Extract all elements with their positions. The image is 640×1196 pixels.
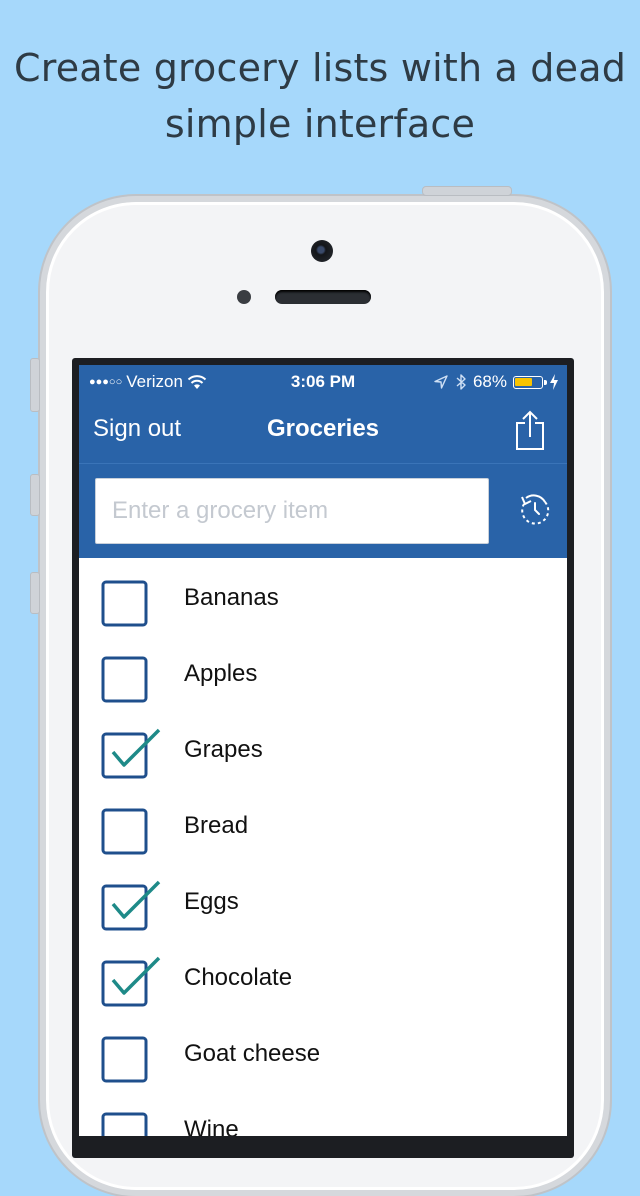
list-item-label: Wine (184, 1116, 239, 1136)
proximity-sensor (237, 290, 251, 304)
checkbox-box (101, 732, 148, 779)
earpiece-speaker (275, 290, 371, 304)
charging-bolt-icon (550, 374, 558, 390)
phone-volume-down (30, 572, 40, 614)
headline-line-1: Create grocery lists with a dead (13, 46, 627, 90)
add-item-bar (79, 464, 567, 558)
checkbox-box (101, 1036, 148, 1083)
checkbox-box (101, 884, 148, 931)
list-item[interactable]: Bread (79, 786, 567, 862)
phone-volume-up (30, 474, 40, 516)
checkbox-box (101, 960, 148, 1007)
list-item-label: Goat cheese (184, 1040, 321, 1067)
list-item-label: Bread (184, 812, 249, 839)
share-icon[interactable] (513, 409, 547, 451)
list-item-label: Apples (184, 660, 258, 687)
phone-mute-switch (30, 358, 40, 412)
checkbox-unchecked[interactable] (101, 1112, 148, 1136)
grocery-list: Bananas Apples Grapes Bread Eggs Chocolate Goa… (79, 558, 567, 1136)
checkbox-unchecked[interactable] (101, 656, 148, 703)
signal-strength-icon: ●●●○○ (89, 376, 123, 388)
list-item[interactable]: Bananas (79, 558, 567, 634)
headline-line-2: simple interface (164, 102, 476, 146)
bluetooth-icon (456, 374, 466, 390)
list-item[interactable]: Goat cheese (79, 1014, 567, 1090)
front-camera (311, 240, 333, 262)
status-bar-right: 68% (433, 372, 559, 392)
checkbox-checked[interactable] (101, 880, 161, 931)
checkbox-checked[interactable] (101, 956, 161, 1007)
status-bar-left: ●●●○○ Verizon (89, 372, 207, 392)
history-undo-icon[interactable] (517, 492, 553, 528)
list-item-label: Chocolate (184, 964, 293, 991)
carrier-name: Verizon (126, 372, 183, 391)
checkbox-box (101, 580, 148, 627)
marketing-headline: Create grocery lists with a dead simple … (0, 40, 640, 152)
list-item-label: Grapes (184, 736, 263, 763)
checkbox-box (101, 656, 148, 703)
wifi-icon (187, 375, 207, 389)
list-item[interactable]: Apples (79, 634, 567, 710)
battery-nub (544, 379, 547, 385)
grocery-item-input[interactable] (95, 478, 489, 544)
nav-bar: Sign out Groceries (79, 399, 567, 464)
battery-fill (515, 377, 532, 386)
list-item-label: Bananas (184, 584, 279, 611)
phone-power-button (422, 186, 512, 196)
battery-percent: 68% (472, 372, 507, 391)
battery-icon (513, 375, 547, 389)
checkbox-box (101, 1112, 148, 1136)
list-item[interactable]: Eggs (79, 862, 567, 938)
sign-out-button[interactable]: Sign out (93, 415, 181, 443)
list-item-label: Eggs (184, 888, 239, 915)
location-arrow-icon (434, 375, 448, 389)
checkbox-unchecked[interactable] (101, 808, 148, 855)
list-item[interactable]: Chocolate (79, 938, 567, 1014)
checkbox-unchecked[interactable] (101, 1036, 148, 1083)
app-screen: ●●●○○ Verizon 3:06 PM 68% Sign out Groce… (79, 365, 567, 1136)
list-item[interactable]: Wine (79, 1090, 567, 1136)
checkbox-box (101, 808, 148, 855)
checkbox-unchecked[interactable] (101, 580, 148, 627)
checkbox-checked[interactable] (101, 728, 161, 779)
status-bar: ●●●○○ Verizon 3:06 PM 68% (79, 365, 567, 399)
list-item[interactable]: Grapes (79, 710, 567, 786)
